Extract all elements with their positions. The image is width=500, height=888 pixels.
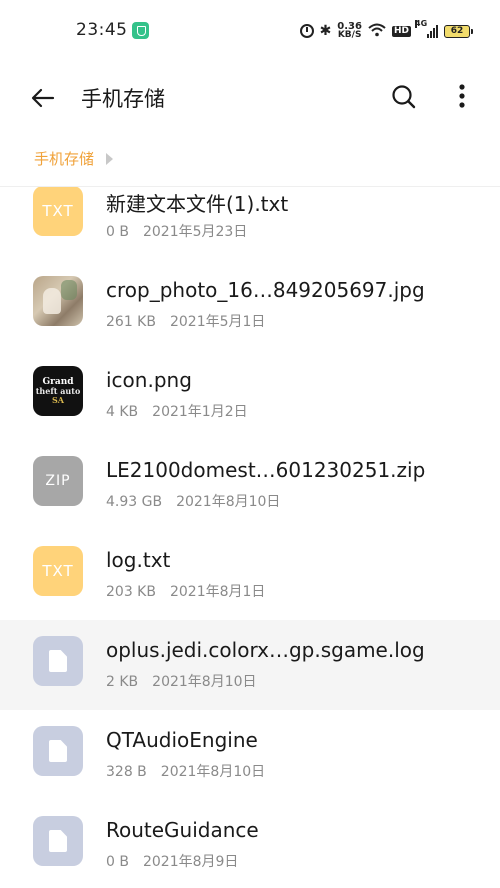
file-list: TXT 新建文本文件(1).txt 0 B 2021年5月23日 crop_pho… xyxy=(0,170,500,888)
zip-file-icon: ZIP xyxy=(33,456,83,506)
file-meta: 261 KB 2021年5月1日 xyxy=(106,311,265,331)
chevron-right-icon xyxy=(106,152,114,165)
status-icons: ✱ 0.36 KB/S HD 4G 62 xyxy=(299,19,473,43)
shield-icon xyxy=(132,22,149,39)
status-time: 23:45 xyxy=(76,20,128,40)
file-size: 261 KB xyxy=(106,314,156,330)
file-date: 2021年8月10日 xyxy=(152,674,257,690)
file-date: 2021年1月2日 xyxy=(152,404,248,420)
file-meta: 0 B 2021年5月23日 xyxy=(106,221,247,241)
file-item[interactable]: oplus.jedi.colorx…gp.sgame.log 2 KB 2021年… xyxy=(0,620,500,710)
network-speed: 0.36 KB/S xyxy=(337,22,362,40)
app-bar: 手机存储 xyxy=(0,62,500,132)
file-name: 新建文本文件(1).txt xyxy=(106,192,289,216)
file-name: QTAudioEngine xyxy=(106,728,258,752)
file-date: 2021年8月10日 xyxy=(160,764,266,780)
file-size: 0 B xyxy=(106,854,129,870)
alarm-icon xyxy=(299,24,314,38)
file-name: log.txt xyxy=(106,548,171,572)
file-manager-screen: 23:45 ✱ 0.36 KB/S HD 4G 62 手机存储 手机存储 TXT… xyxy=(0,0,500,888)
file-date: 2021年5月1日 xyxy=(169,314,266,330)
file-meta: 0 B 2021年8月9日 xyxy=(106,851,238,871)
file-size: 203 KB xyxy=(106,584,156,600)
document-icon xyxy=(33,816,83,866)
file-meta: 4.93 GB 2021年8月10日 xyxy=(106,491,280,511)
more-vertical-icon xyxy=(459,84,465,108)
file-size: 0 B xyxy=(106,224,129,240)
file-meta: 4 KB 2021年1月2日 xyxy=(106,401,248,421)
file-date: 2021年5月23日 xyxy=(142,224,248,240)
search-button[interactable] xyxy=(389,82,419,112)
file-name: LE2100domest…601230251.zip xyxy=(106,458,426,482)
file-size: 2 KB xyxy=(106,674,139,690)
header-divider xyxy=(0,186,500,187)
file-size: 328 B xyxy=(106,764,147,780)
file-date: 2021年8月10日 xyxy=(176,494,281,510)
file-item[interactable]: TXT 新建文本文件(1).txt 0 B 2021年5月23日 xyxy=(0,170,500,260)
file-item[interactable]: Grand theft auto SA icon.png 4 KB 2021年1月2日 xyxy=(0,350,500,440)
bluetooth-icon: ✱ xyxy=(319,23,332,39)
file-name: crop_photo_16…849205697.jpg xyxy=(106,278,425,302)
page-title: 手机存储 xyxy=(81,87,165,111)
file-item[interactable]: QTAudioEngine 328 B 2021年8月10日 xyxy=(0,710,500,800)
gta-thumbnail-icon: Grand theft auto SA xyxy=(33,366,83,416)
network-type: 4G xyxy=(415,19,428,28)
breadcrumb-item-phone-storage[interactable]: 手机存储 xyxy=(34,148,94,169)
txt-file-icon: TXT xyxy=(33,186,83,236)
hd-icon: HD xyxy=(391,25,411,37)
document-icon xyxy=(33,726,83,776)
file-size: 4.93 GB xyxy=(106,494,163,510)
file-date: 2021年8月1日 xyxy=(169,584,266,600)
file-meta: 328 B 2021年8月10日 xyxy=(106,761,265,781)
back-button[interactable] xyxy=(28,83,58,113)
file-meta: 203 KB 2021年8月1日 xyxy=(106,581,265,601)
network-speed-unit: KB/S xyxy=(337,30,362,40)
photo-thumbnail-icon xyxy=(33,276,83,326)
file-item[interactable]: crop_photo_16…849205697.jpg 261 KB 2021年5… xyxy=(0,260,500,350)
search-icon xyxy=(392,85,416,109)
file-meta: 2 KB 2021年8月10日 xyxy=(106,671,257,691)
file-date: 2021年8月9日 xyxy=(142,854,239,870)
file-item[interactable]: ZIP LE2100domest…601230251.zip 4.93 GB 20… xyxy=(0,440,500,530)
battery-icon: 62 xyxy=(444,24,473,38)
file-item[interactable]: TXT log.txt 203 KB 2021年8月1日 xyxy=(0,530,500,620)
wifi-icon xyxy=(368,23,386,40)
more-options-button[interactable] xyxy=(452,82,472,112)
txt-file-icon: TXT xyxy=(33,546,83,596)
file-size: 4 KB xyxy=(106,404,139,420)
status-bar: 23:45 ✱ 0.36 KB/S HD 4G 62 xyxy=(0,0,500,62)
file-item[interactable]: RouteGuidance 0 B 2021年8月9日 xyxy=(0,800,500,888)
file-name: oplus.jedi.colorx…gp.sgame.log xyxy=(106,638,425,662)
file-name: icon.png xyxy=(106,368,192,392)
breadcrumb: 手机存储 xyxy=(34,148,114,169)
back-arrow-icon xyxy=(31,88,55,108)
file-name: RouteGuidance xyxy=(106,818,259,842)
signal-icon: 4G xyxy=(415,20,438,38)
document-icon xyxy=(33,636,83,686)
